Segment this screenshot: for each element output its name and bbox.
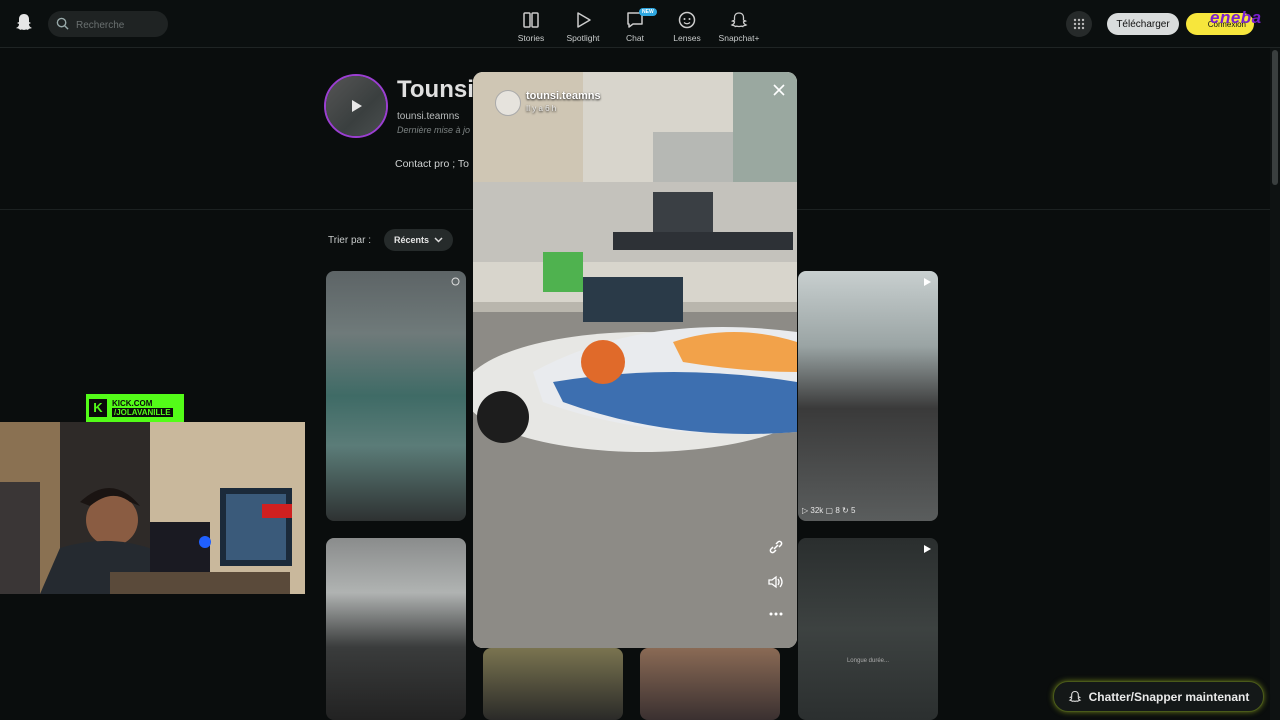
lens-icon xyxy=(678,11,696,29)
nav-stories[interactable]: Stories xyxy=(505,6,557,46)
story-thumbnail[interactable] xyxy=(640,648,780,720)
search-input[interactable] xyxy=(74,15,166,35)
nav-chat[interactable]: NEW Chat xyxy=(609,6,661,46)
close-icon[interactable] xyxy=(773,84,785,96)
sort-dropdown[interactable]: Récents xyxy=(384,229,453,251)
grid-icon xyxy=(1073,18,1085,30)
story-timestamp: Il y a 6 h xyxy=(526,104,557,113)
play-icon xyxy=(924,278,931,286)
share-icon: ↻ xyxy=(842,506,849,515)
search-bar[interactable] xyxy=(48,11,168,37)
story-viewer[interactable]: tounsi.teamns Il y a 6 h xyxy=(473,72,797,648)
chevron-down-icon xyxy=(434,237,443,243)
eneba-ad-logo: eneba xyxy=(1210,8,1262,27)
kick-overlay-banner: K KICK.COM /JOLAVANILLE xyxy=(86,394,184,423)
apps-button[interactable] xyxy=(1066,11,1092,37)
volume-icon[interactable] xyxy=(768,575,783,589)
story-thumbnail[interactable] xyxy=(326,538,466,720)
kick-logo: K xyxy=(89,399,107,417)
views-icon: ▷ xyxy=(802,506,809,515)
link-icon[interactable] xyxy=(769,540,783,554)
play-icon xyxy=(924,545,931,553)
nav-stories-label: Stories xyxy=(517,33,545,43)
clock-icon xyxy=(451,277,460,286)
kick-site: KICK.COM xyxy=(112,399,153,408)
comments-count: 8 xyxy=(835,506,840,515)
story-thumbnail[interactable]: Longue durée... xyxy=(798,538,938,720)
thumbnail-stats: ▷ 32k ▢ 8 ↻ 5 xyxy=(802,506,855,515)
story-thumbnail[interactable]: ▷ 32k ▢ 8 ↻ 5 xyxy=(798,271,938,521)
nav-lenses-label: Lenses xyxy=(673,33,701,43)
nav-snapchat-plus[interactable]: Snapchat+ xyxy=(713,6,765,46)
new-badge: NEW xyxy=(639,8,657,16)
profile-title: Tounsi xyxy=(397,76,474,103)
chat-snap-now-button[interactable]: Chatter/Snapper maintenant xyxy=(1053,681,1264,712)
nav-spotlight-label: Spotlight xyxy=(566,33,600,43)
profile-bio: Contact pro ; To xyxy=(395,158,469,170)
webcam-feed xyxy=(0,422,305,594)
snapchat-logo-icon[interactable] xyxy=(14,12,34,32)
thumbnail-caption: Longue durée... xyxy=(846,658,890,664)
stories-icon xyxy=(523,12,539,28)
profile-updated: Dernière mise à jo xyxy=(397,125,471,135)
webcam-overlay xyxy=(0,422,305,594)
play-icon xyxy=(352,100,362,112)
story-thumbnail[interactable] xyxy=(483,648,623,720)
profile-avatar[interactable] xyxy=(324,74,388,138)
scrollbar-thumb[interactable] xyxy=(1272,50,1278,185)
story-thumbnail[interactable] xyxy=(326,271,466,521)
ghost-plus-icon xyxy=(730,12,748,28)
nav-snapchat-plus-label: Snapchat+ xyxy=(718,33,760,43)
profile-handle: tounsi.teamns xyxy=(397,111,460,122)
nav-lenses[interactable]: Lenses xyxy=(661,6,713,46)
chat-snap-now-label: Chatter/Snapper maintenant xyxy=(1088,689,1250,704)
search-icon xyxy=(56,17,69,30)
story-username[interactable]: tounsi.teamns xyxy=(526,90,601,102)
more-options-icon[interactable] xyxy=(769,612,783,616)
nav-chat-label: Chat xyxy=(626,33,644,43)
story-user-avatar[interactable] xyxy=(495,90,521,116)
download-button[interactable]: Télécharger xyxy=(1107,13,1179,35)
nav-spotlight[interactable]: Spotlight xyxy=(557,6,609,46)
top-bar: Stories Spotlight NEW Chat Lenses Snapch… xyxy=(0,0,1280,48)
views-count: 32k xyxy=(810,506,824,515)
sort-value: Récents xyxy=(393,235,429,245)
play-icon xyxy=(577,12,591,28)
main-nav: Stories Spotlight NEW Chat Lenses Snapch… xyxy=(505,6,765,46)
kick-channel: /JOLAVANILLE xyxy=(112,408,173,417)
shares-count: 5 xyxy=(850,506,856,515)
comment-icon: ▢ xyxy=(825,506,834,515)
sort-label: Trier par : xyxy=(328,235,371,246)
ghost-icon xyxy=(1068,690,1081,702)
story-image xyxy=(473,72,797,648)
